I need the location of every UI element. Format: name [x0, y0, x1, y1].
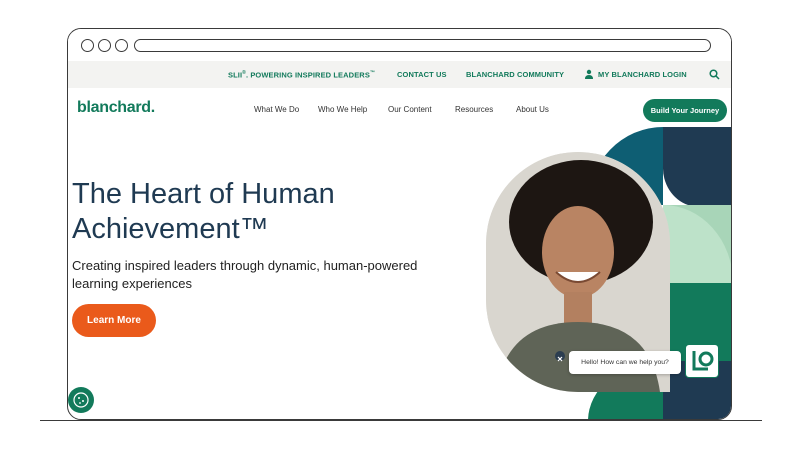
nav-item-who-we-help[interactable]: Who We Help — [318, 105, 367, 114]
window-dot-icon[interactable] — [98, 39, 111, 52]
cookie-glyph — [73, 392, 89, 408]
build-your-journey-button[interactable]: Build Your Journey — [643, 99, 727, 122]
main-nav: blanchard. What We Do Who We Help Our Co… — [68, 88, 731, 128]
hero-subtitle: Creating inspired leaders through dynami… — [72, 258, 418, 291]
utility-bar: SLII®. POWERING INSPIRED LEADERS™ CONTAC… — [68, 61, 731, 88]
sli-link[interactable]: SLII®. POWERING INSPIRED LEADERS™ — [228, 70, 375, 80]
community-link[interactable]: BLANCHARD COMMUNITY — [466, 70, 564, 79]
sli-rest-text: . POWERING INSPIRED LEADERS — [245, 70, 370, 80]
learn-more-button[interactable]: Learn More — [72, 304, 156, 337]
trademark-mark: ™ — [369, 70, 376, 76]
nav-item-our-content[interactable]: Our Content — [388, 105, 432, 114]
chat-close-icon[interactable] — [555, 351, 565, 362]
window-dot-icon[interactable] — [115, 39, 128, 52]
logo[interactable]: blanchard. — [77, 99, 155, 117]
login-link[interactable]: MY BLANCHARD LOGIN — [598, 70, 687, 79]
nav-item-about-us[interactable]: About Us — [516, 105, 549, 114]
chat-message[interactable]: Hello! How can we help you? — [569, 351, 681, 374]
search-icon[interactable] — [709, 69, 720, 80]
person-icon — [585, 69, 593, 79]
cookie-icon[interactable] — [68, 387, 94, 413]
browser-window: SLII®. POWERING INSPIRED LEADERS™ CONTAC… — [67, 28, 732, 420]
sli-text: SLII — [228, 70, 243, 80]
nav-item-what-we-do[interactable]: What We Do — [254, 105, 299, 114]
window-dot-icon[interactable] — [81, 39, 94, 52]
browser-toolbar — [68, 29, 731, 62]
nav-item-resources[interactable]: Resources — [455, 105, 493, 114]
logo-text: blanchard — [77, 99, 151, 116]
close-icon — [557, 356, 563, 362]
chat-logo-glyph — [692, 351, 714, 371]
contact-link[interactable]: CONTACT US — [397, 70, 447, 79]
address-bar[interactable] — [134, 39, 711, 52]
logo-dot: . — [150, 99, 155, 116]
chat-logo-icon[interactable] — [685, 344, 719, 378]
hero-title: The Heart of Human Achievement™ — [72, 178, 335, 245]
baseline-divider — [40, 420, 762, 421]
